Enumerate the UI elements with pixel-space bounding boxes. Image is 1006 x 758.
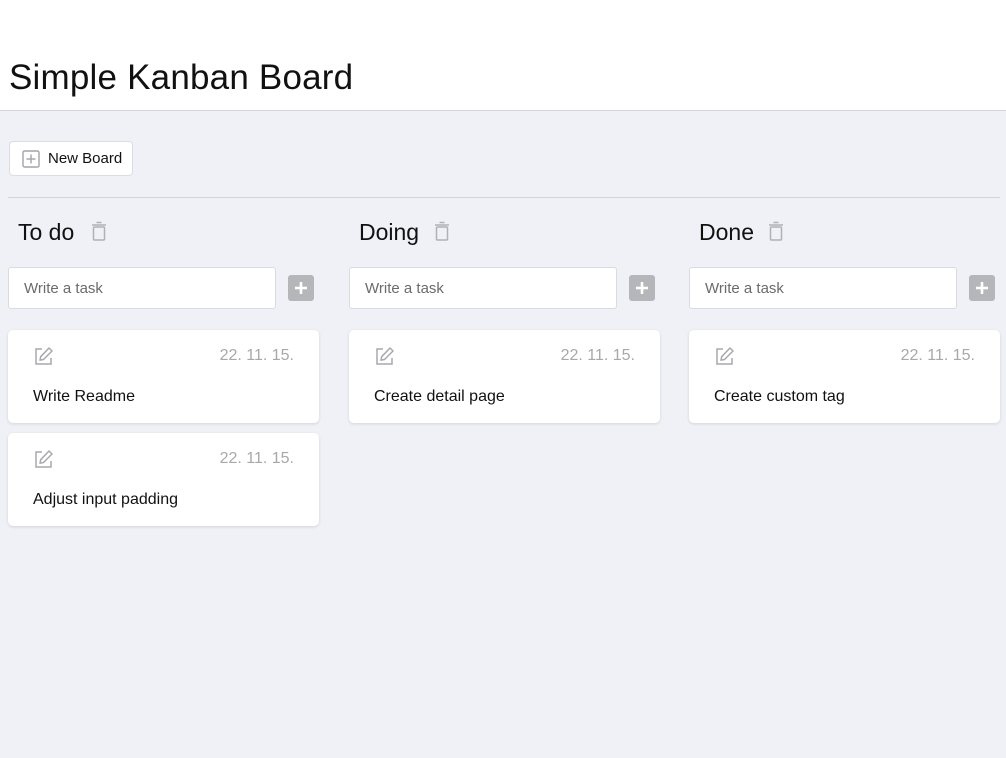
trash-icon[interactable] (433, 221, 451, 243)
column-doing: Doing 22. 11. 15. Create detail page (349, 215, 661, 423)
edit-icon[interactable] (374, 346, 395, 367)
task-card[interactable]: 22. 11. 15. Create custom tag (689, 330, 1000, 423)
card-date: 22. 11. 15. (560, 347, 635, 364)
header: Simple Kanban Board (0, 0, 1006, 111)
column-title: Done (699, 219, 754, 245)
new-board-label: New Board (48, 150, 123, 167)
card-list: 22. 11. 15. Write Readme 22. 11. 15. Adj… (8, 330, 319, 536)
plus-icon (636, 282, 648, 294)
column-todo: To do 22. 11. 15. Write Readme 22 (8, 215, 320, 526)
page-title: Simple Kanban Board (9, 58, 354, 97)
column-header: Done (689, 215, 1001, 255)
add-task-button[interactable] (629, 275, 655, 301)
column-done: Done 22. 11. 15. Create custom tag (689, 215, 1001, 423)
card-text: Write Readme (33, 388, 135, 405)
card-text: Create detail page (374, 388, 505, 405)
trash-icon[interactable] (90, 221, 108, 243)
task-card[interactable]: 22. 11. 15. Write Readme (8, 330, 319, 423)
add-task-button[interactable] (969, 275, 995, 301)
card-list: 22. 11. 15. Create custom tag (689, 330, 1000, 433)
task-input[interactable] (349, 267, 617, 309)
card-text: Adjust input padding (33, 491, 178, 508)
column-header: To do (8, 215, 320, 255)
plus-icon (976, 282, 988, 294)
edit-icon[interactable] (714, 346, 735, 367)
plus-square-icon (22, 149, 40, 168)
column-title: Doing (359, 219, 420, 245)
card-text: Create custom tag (714, 388, 845, 405)
task-input[interactable] (8, 267, 276, 309)
trash-icon[interactable] (767, 221, 785, 243)
task-card[interactable]: 22. 11. 15. Create detail page (349, 330, 660, 423)
card-date: 22. 11. 15. (219, 450, 294, 467)
edit-icon[interactable] (33, 346, 54, 367)
task-card[interactable]: 22. 11. 15. Adjust input padding (8, 433, 319, 526)
task-input[interactable] (689, 267, 957, 309)
edit-icon[interactable] (33, 449, 54, 470)
column-title: To do (18, 219, 75, 245)
card-date: 22. 11. 15. (219, 347, 294, 364)
new-board-button[interactable]: New Board (9, 141, 133, 176)
add-task-button[interactable] (288, 275, 314, 301)
plus-icon (295, 282, 307, 294)
card-list: 22. 11. 15. Create detail page (349, 330, 660, 433)
column-header: Doing (349, 215, 661, 255)
divider (8, 197, 1000, 198)
card-date: 22. 11. 15. (900, 347, 975, 364)
